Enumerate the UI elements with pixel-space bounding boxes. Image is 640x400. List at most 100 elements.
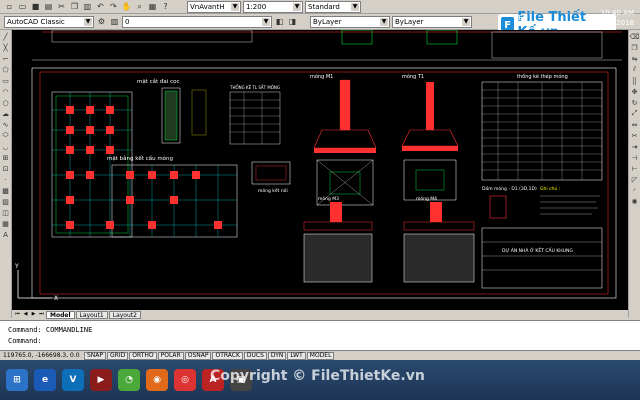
plan-foundation-title: mặt bằng kết cấu móng — [107, 155, 173, 162]
model-toggle[interactable]: MODEL — [306, 351, 335, 360]
scale-icon[interactable]: ⤢ — [630, 109, 639, 118]
join-icon[interactable]: ⊢ — [630, 164, 639, 173]
linetype-combo[interactable]: ByLayer ▼ — [392, 15, 472, 28]
help-icon[interactable]: ? — [160, 1, 171, 12]
region-icon[interactable]: ◫ — [1, 208, 10, 217]
first-tab-icon[interactable]: ⏮ — [14, 311, 21, 318]
tab-model[interactable]: Model — [46, 310, 75, 319]
coordinate-readout: 119765.0, -166698.3, 0.0 — [3, 352, 80, 359]
break-icon[interactable]: ⊣ — [630, 153, 639, 162]
rotate-icon[interactable]: ↻ — [630, 98, 639, 107]
spline-icon[interactable]: ∿ — [1, 120, 10, 129]
otrack-toggle[interactable]: OTRACK — [212, 351, 243, 360]
next-tab-icon[interactable]: ▶ — [30, 311, 37, 318]
command-line[interactable]: Command: COMMANDLINE Command: — [0, 320, 640, 350]
move-icon[interactable]: ✥ — [630, 87, 639, 96]
detail-a-title: mặt cắt đai cọc — [137, 78, 179, 85]
array-icon[interactable]: ⣿ — [630, 76, 639, 85]
save-icon[interactable]: ■ — [30, 1, 41, 12]
trim-icon[interactable]: ✂ — [630, 131, 639, 140]
pan-icon[interactable]: ✋ — [121, 1, 132, 12]
prev-tab-icon[interactable]: ◀ — [22, 311, 29, 318]
mtext-icon[interactable]: A — [1, 230, 10, 239]
model-space-canvas[interactable]: mặt bằng kết cấu móng mặt cắt đai cọc TH… — [12, 30, 628, 310]
dim-style-combo[interactable]: Standard ▼ — [305, 0, 361, 13]
offset-icon[interactable]: ⫽ — [630, 65, 639, 74]
ducs-toggle[interactable]: DUCS — [243, 351, 267, 360]
media-player-icon[interactable]: ▶ — [90, 369, 112, 391]
open-file-icon[interactable]: ▭ — [17, 1, 28, 12]
line-icon[interactable]: ╱ — [1, 32, 10, 41]
print-icon[interactable]: ▤ — [43, 1, 54, 12]
text-style-combo[interactable]: VnAvantH ▼ — [187, 0, 241, 13]
layer-manager-icon[interactable]: ▧ — [109, 16, 120, 27]
stretch-icon[interactable]: ⇔ — [630, 120, 639, 129]
snap-toggle[interactable]: SNAP — [84, 351, 107, 360]
gradient-icon[interactable]: ▨ — [1, 197, 10, 206]
grid-toggle[interactable]: GRID — [107, 351, 129, 360]
undo-icon[interactable]: ↶ — [95, 1, 106, 12]
chevron-down-icon: ▼ — [293, 2, 301, 11]
zoom-icon[interactable]: ⌕ — [134, 1, 145, 12]
cut-icon[interactable]: ✂ — [56, 1, 67, 12]
polygon-icon[interactable]: ⬠ — [1, 65, 10, 74]
internet-explorer-icon[interactable]: e — [34, 369, 56, 391]
dim-style-value: Standard — [308, 2, 340, 11]
paste-icon[interactable]: ▥ — [82, 1, 93, 12]
point-icon[interactable]: · — [1, 175, 10, 184]
last-tab-icon[interactable]: ⏭ — [38, 311, 45, 318]
ortho-toggle[interactable]: ORTHO — [129, 351, 157, 360]
chrome-icon[interactable]: ◎ — [174, 369, 196, 391]
utility-icon[interactable]: ◔ — [118, 369, 140, 391]
layer-previous-icon[interactable]: ◧ — [274, 16, 285, 27]
extend-icon[interactable]: ⇥ — [630, 142, 639, 151]
circle-icon[interactable]: ○ — [1, 98, 10, 107]
foundation-plan: mặt bằng kết cấu móng — [51, 91, 238, 238]
ellipse-icon[interactable]: ⬭ — [1, 131, 10, 140]
copy-icon[interactable]: ❐ — [69, 1, 80, 12]
rectangle-icon[interactable]: ▭ — [1, 76, 10, 85]
company-title: DỰ ÁN NHÀ Ở KẾT CẤU KHUNG — [502, 246, 573, 254]
workspace-combo[interactable]: AutoCAD Classic ▼ — [4, 15, 94, 28]
firefox-icon[interactable]: ◉ — [146, 369, 168, 391]
arc-icon[interactable]: ◠ — [1, 87, 10, 96]
table-icon[interactable]: ▦ — [1, 219, 10, 228]
unikey-icon[interactable]: V — [62, 369, 84, 391]
osnap-toggle[interactable]: OSNAP — [184, 351, 212, 360]
construction-line-icon[interactable]: ╳ — [1, 43, 10, 52]
polyline-icon[interactable]: ⌐ — [1, 54, 10, 63]
chamfer-icon[interactable]: ◸ — [630, 175, 639, 184]
system-clock[interactable]: 10:40 AM 12.11.2018 — [594, 8, 634, 28]
command-prompt[interactable]: Command: — [8, 336, 632, 347]
dyn-toggle[interactable]: DYN — [267, 351, 287, 360]
mirror-icon[interactable]: ⇋ — [630, 54, 639, 63]
chevron-down-icon: ▼ — [380, 17, 388, 26]
copy-object-icon[interactable]: ❐ — [630, 43, 639, 52]
layer-combo[interactable]: 0 ▼ — [122, 15, 272, 28]
fillet-icon[interactable]: ◜ — [630, 186, 639, 195]
redo-icon[interactable]: ↷ — [108, 1, 119, 12]
polar-toggle[interactable]: POLAR — [157, 351, 184, 360]
tab-layout1[interactable]: Layout1 — [75, 310, 108, 319]
start-icon[interactable]: ⊞ — [6, 369, 28, 391]
tab-layout2[interactable]: Layout2 — [108, 310, 141, 319]
gear-icon[interactable]: ⚙ — [96, 16, 107, 27]
language-indicator[interactable]: EN — [518, 14, 528, 22]
insert-block-icon[interactable]: ⊞ — [1, 153, 10, 162]
color-combo[interactable]: ByLayer ▼ — [310, 15, 390, 28]
lwt-toggle[interactable]: LWT — [287, 351, 306, 360]
layer-value: 0 — [125, 17, 130, 26]
erase-icon[interactable]: ⌫ — [630, 32, 640, 41]
make-block-icon[interactable]: ⊡ — [1, 164, 10, 173]
mong-m3-title: móng M3 — [318, 195, 339, 202]
properties-icon[interactable]: ▦ — [147, 1, 158, 12]
new-file-icon[interactable]: ▫ — [4, 1, 15, 12]
mong-m4-title: móng M4 — [416, 195, 437, 202]
hatch-icon[interactable]: ▩ — [1, 186, 10, 195]
ellipse-arc-icon[interactable]: ◡ — [1, 142, 10, 151]
layer-state-icon[interactable]: ◨ — [287, 16, 298, 27]
explode-icon[interactable]: ✺ — [630, 197, 639, 206]
dim-scale-combo[interactable]: 1:200 ▼ — [243, 0, 303, 13]
footing-m1-detail: móng M1 — [310, 73, 377, 206]
revision-cloud-icon[interactable]: ☁ — [1, 109, 10, 118]
